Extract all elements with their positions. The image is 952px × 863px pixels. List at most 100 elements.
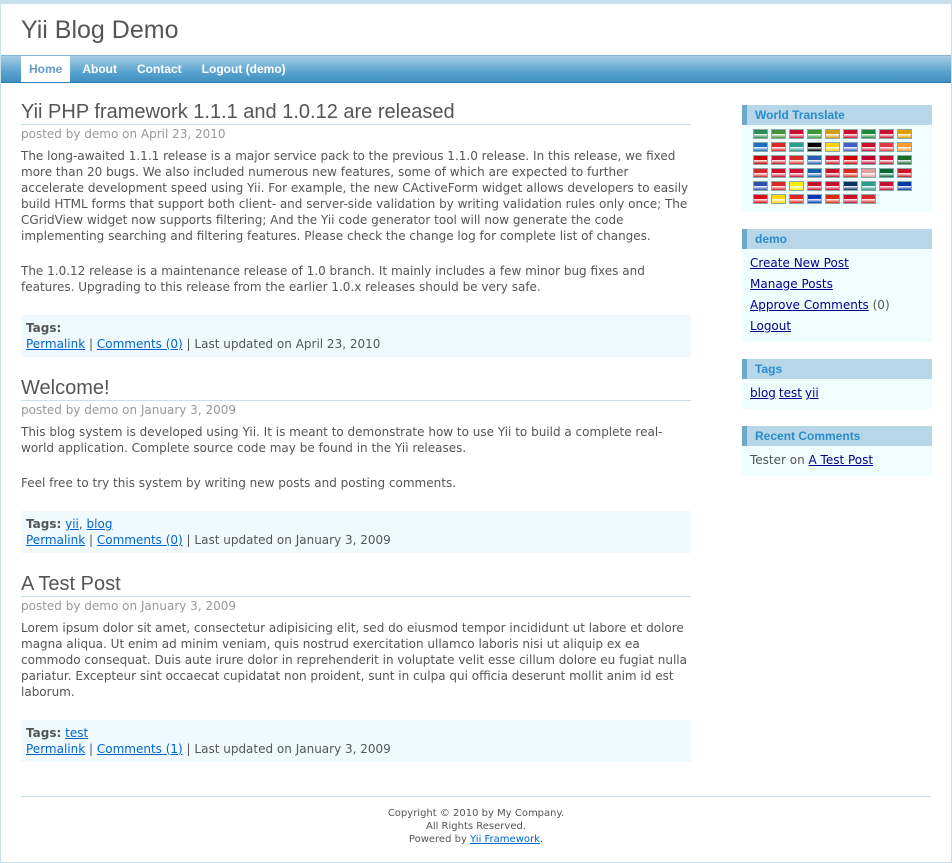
flag-icon[interactable] (843, 181, 858, 191)
comment-author: Tester on (750, 453, 809, 467)
post-nav: Tags: test Permalink | Comments (1) | La… (21, 720, 691, 762)
flag-icon[interactable] (753, 155, 768, 165)
flag-icon[interactable] (879, 181, 894, 191)
powered-by-text: Powered by (408, 834, 471, 845)
flag-icon[interactable] (897, 142, 912, 152)
tag-link-blog[interactable]: blog (87, 517, 113, 531)
recent-comment-post-link[interactable]: A Test Post (809, 453, 874, 467)
tag-link-test[interactable]: test (65, 726, 88, 740)
flag-grid (742, 125, 923, 207)
tag-cloud-blog[interactable]: blog (750, 386, 776, 400)
flag-icon[interactable] (807, 168, 822, 178)
flag-icon[interactable] (807, 155, 822, 165)
flag-icon[interactable] (825, 181, 840, 191)
post: Yii PHP framework 1.1.1 and 1.0.12 are r… (21, 100, 691, 357)
flag-icon[interactable] (789, 168, 804, 178)
last-updated: | Last updated on January 3, 2009 (186, 742, 391, 756)
manage-posts-link[interactable]: Manage Posts (750, 277, 833, 291)
flag-icon[interactable] (843, 168, 858, 178)
flag-icon[interactable] (843, 194, 858, 204)
menu-item-home[interactable]: Home (21, 56, 71, 82)
flag-icon[interactable] (825, 142, 840, 152)
flag-icon[interactable] (771, 155, 786, 165)
tags-label: Tags: (26, 321, 62, 335)
flag-icon[interactable] (753, 168, 768, 178)
flag-icon[interactable] (789, 181, 804, 191)
flag-icon[interactable] (825, 194, 840, 204)
flag-icon[interactable] (897, 168, 912, 178)
post-paragraph: Lorem ipsum dolor sit amet, consectetur … (21, 621, 687, 699)
post-paragraph: The 1.0.12 release is a maintenance rele… (21, 264, 645, 294)
copyright-text: Copyright © 2010 by My Company. (387, 808, 565, 819)
flag-icon[interactable] (825, 168, 840, 178)
footer-period: . (539, 834, 544, 845)
post-title[interactable]: Welcome! (21, 376, 691, 401)
flag-icon[interactable] (753, 194, 768, 204)
portlet-title: demo (742, 229, 932, 249)
flag-icon[interactable] (771, 168, 786, 178)
flag-icon[interactable] (897, 129, 912, 139)
flag-icon[interactable] (879, 142, 894, 152)
comments-link[interactable]: Comments (0) (97, 533, 183, 547)
post-list: Yii PHP framework 1.1.1 and 1.0.12 are r… (21, 100, 691, 781)
flag-icon[interactable] (897, 155, 912, 165)
portlet-title: World Translate (742, 105, 932, 125)
tag-link-yii[interactable]: yii (65, 517, 79, 531)
flag-icon[interactable] (861, 181, 876, 191)
world-translate-portlet: World Translate (742, 105, 932, 212)
permalink-link[interactable]: Permalink (26, 337, 85, 351)
permalink-link[interactable]: Permalink (26, 742, 85, 756)
flag-icon[interactable] (861, 194, 876, 204)
menu-item-contact[interactable]: Contact (129, 56, 190, 82)
header: Yii Blog Demo (1, 4, 951, 54)
flag-icon[interactable] (753, 181, 768, 191)
flag-icon[interactable] (861, 168, 876, 178)
flag-icon[interactable] (789, 155, 804, 165)
site-logo[interactable]: Yii Blog Demo (21, 16, 178, 44)
flag-icon[interactable] (789, 129, 804, 139)
flag-icon[interactable] (861, 129, 876, 139)
flag-icon[interactable] (879, 168, 894, 178)
post-title[interactable]: A Test Post (21, 572, 691, 597)
flag-icon[interactable] (771, 181, 786, 191)
flag-icon[interactable] (807, 194, 822, 204)
flag-icon[interactable] (771, 142, 786, 152)
flag-icon[interactable] (753, 142, 768, 152)
tag-cloud-yii[interactable]: yii (805, 386, 819, 400)
flag-icon[interactable] (843, 129, 858, 139)
flag-icon[interactable] (825, 155, 840, 165)
logout-link[interactable]: Logout (750, 319, 791, 333)
permalink-link[interactable]: Permalink (26, 533, 85, 547)
flag-icon[interactable] (861, 142, 876, 152)
flag-icon[interactable] (825, 129, 840, 139)
flag-icon[interactable] (807, 181, 822, 191)
last-updated: | Last updated on April 23, 2010 (186, 337, 381, 351)
flag-icon[interactable] (771, 129, 786, 139)
flag-icon[interactable] (789, 194, 804, 204)
post-title[interactable]: Yii PHP framework 1.1.1 and 1.0.12 are r… (21, 100, 691, 125)
flag-icon[interactable] (807, 142, 822, 152)
flag-icon[interactable] (897, 181, 912, 191)
flag-icon[interactable] (861, 155, 876, 165)
yii-framework-link[interactable]: Yii Framework (470, 834, 540, 845)
post-content: The long-awaited 1.1.1 release is a majo… (21, 148, 691, 295)
comments-link[interactable]: Comments (1) (97, 742, 183, 756)
last-updated: | Last updated on January 3, 2009 (186, 533, 391, 547)
flag-icon[interactable] (843, 142, 858, 152)
flag-icon[interactable] (789, 142, 804, 152)
flag-icon[interactable] (879, 129, 894, 139)
approve-comments-link[interactable]: Approve Comments (750, 298, 869, 312)
flag-icon[interactable] (879, 155, 894, 165)
flag-icon[interactable] (843, 155, 858, 165)
tag-cloud-test[interactable]: test (779, 386, 802, 400)
flag-icon[interactable] (771, 194, 786, 204)
post-paragraph: This blog system is developed using Yii.… (21, 425, 663, 455)
flag-icon[interactable] (807, 129, 822, 139)
create-new-post-link[interactable]: Create New Post (750, 256, 849, 270)
comments-link[interactable]: Comments (0) (97, 337, 183, 351)
menu-item-logout[interactable]: Logout (demo) (194, 56, 294, 82)
menu-item-about[interactable]: About (74, 56, 125, 82)
post-author: posted by demo on April 23, 2010 (21, 127, 226, 141)
sidebar: World Translate demo Create New Post Man… (742, 105, 932, 493)
flag-icon[interactable] (753, 129, 768, 139)
